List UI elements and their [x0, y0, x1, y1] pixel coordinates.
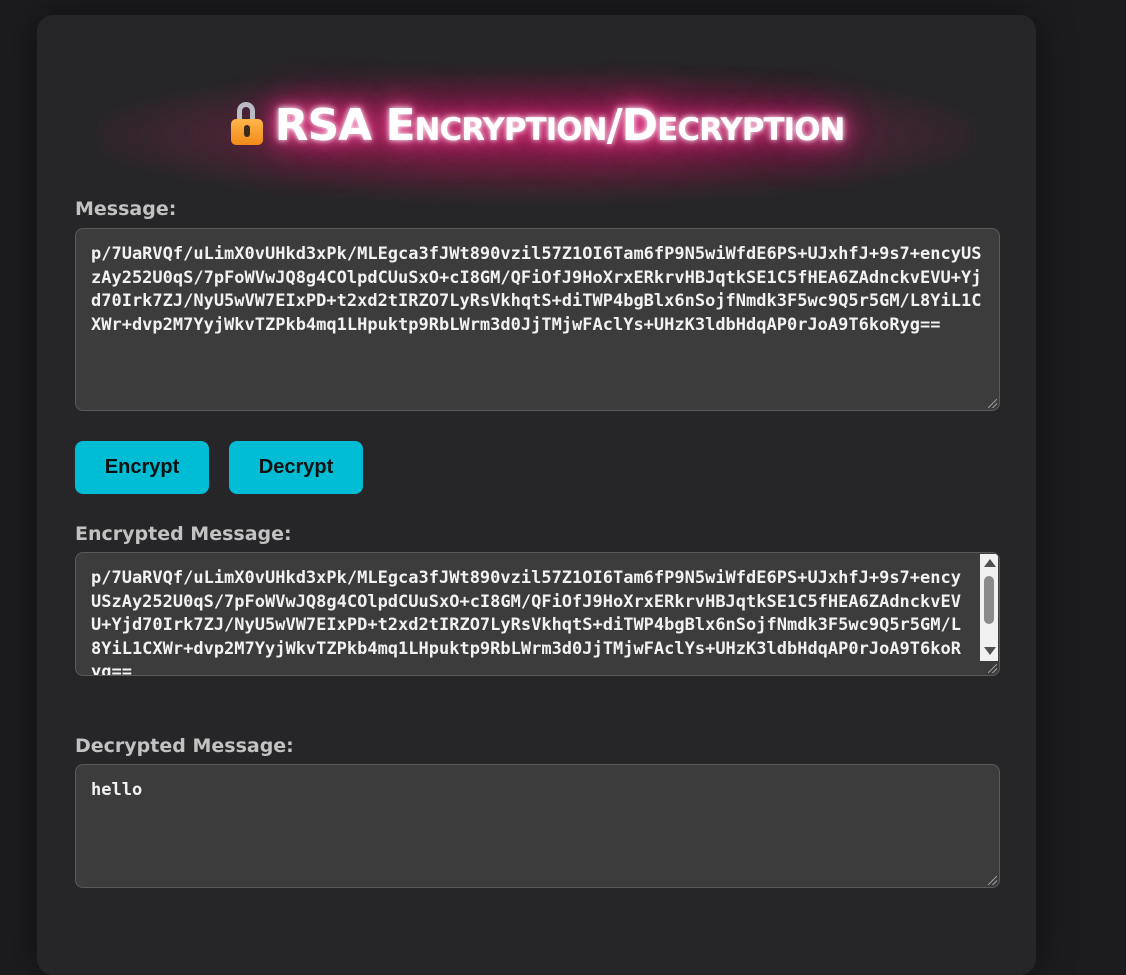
message-input-text: p/7UaRVQf/uLimX0vUHkd3xPk/MLEgca3fJWt890…	[91, 244, 982, 335]
decrypt-button[interactable]: Decrypt	[229, 441, 363, 494]
resize-handle[interactable]	[988, 399, 997, 408]
scroll-up-arrow-icon[interactable]	[984, 559, 996, 567]
scroll-down-arrow-icon[interactable]	[984, 647, 996, 655]
page-title: RSA Encryption/Decryption	[37, 100, 1036, 151]
encrypted-message-output[interactable]: p/7UaRVQf/uLimX0vUHkd3xPk/MLEgca3fJWt890…	[75, 552, 1000, 676]
encrypted-message-label: Encrypted Message:	[75, 523, 292, 545]
page-title-text: RSA Encryption/Decryption	[274, 100, 846, 151]
message-input[interactable]: p/7UaRVQf/uLimX0vUHkd3xPk/MLEgca3fJWt890…	[75, 228, 1000, 411]
encrypt-button[interactable]: Encrypt	[75, 441, 209, 494]
locked-with-key-icon	[229, 102, 267, 146]
scroll-thumb[interactable]	[984, 576, 994, 624]
message-label: Message:	[75, 198, 177, 220]
decrypted-message-output[interactable]: hello	[75, 764, 1000, 888]
decrypted-message-label: Decrypted Message:	[75, 735, 294, 757]
resize-handle[interactable]	[988, 876, 997, 885]
decrypted-message-text: hello	[91, 780, 143, 800]
vertical-scrollbar[interactable]	[980, 554, 998, 661]
resize-handle[interactable]	[988, 664, 997, 673]
encrypted-message-text: p/7UaRVQf/uLimX0vUHkd3xPk/MLEgca3fJWt890…	[91, 568, 961, 676]
